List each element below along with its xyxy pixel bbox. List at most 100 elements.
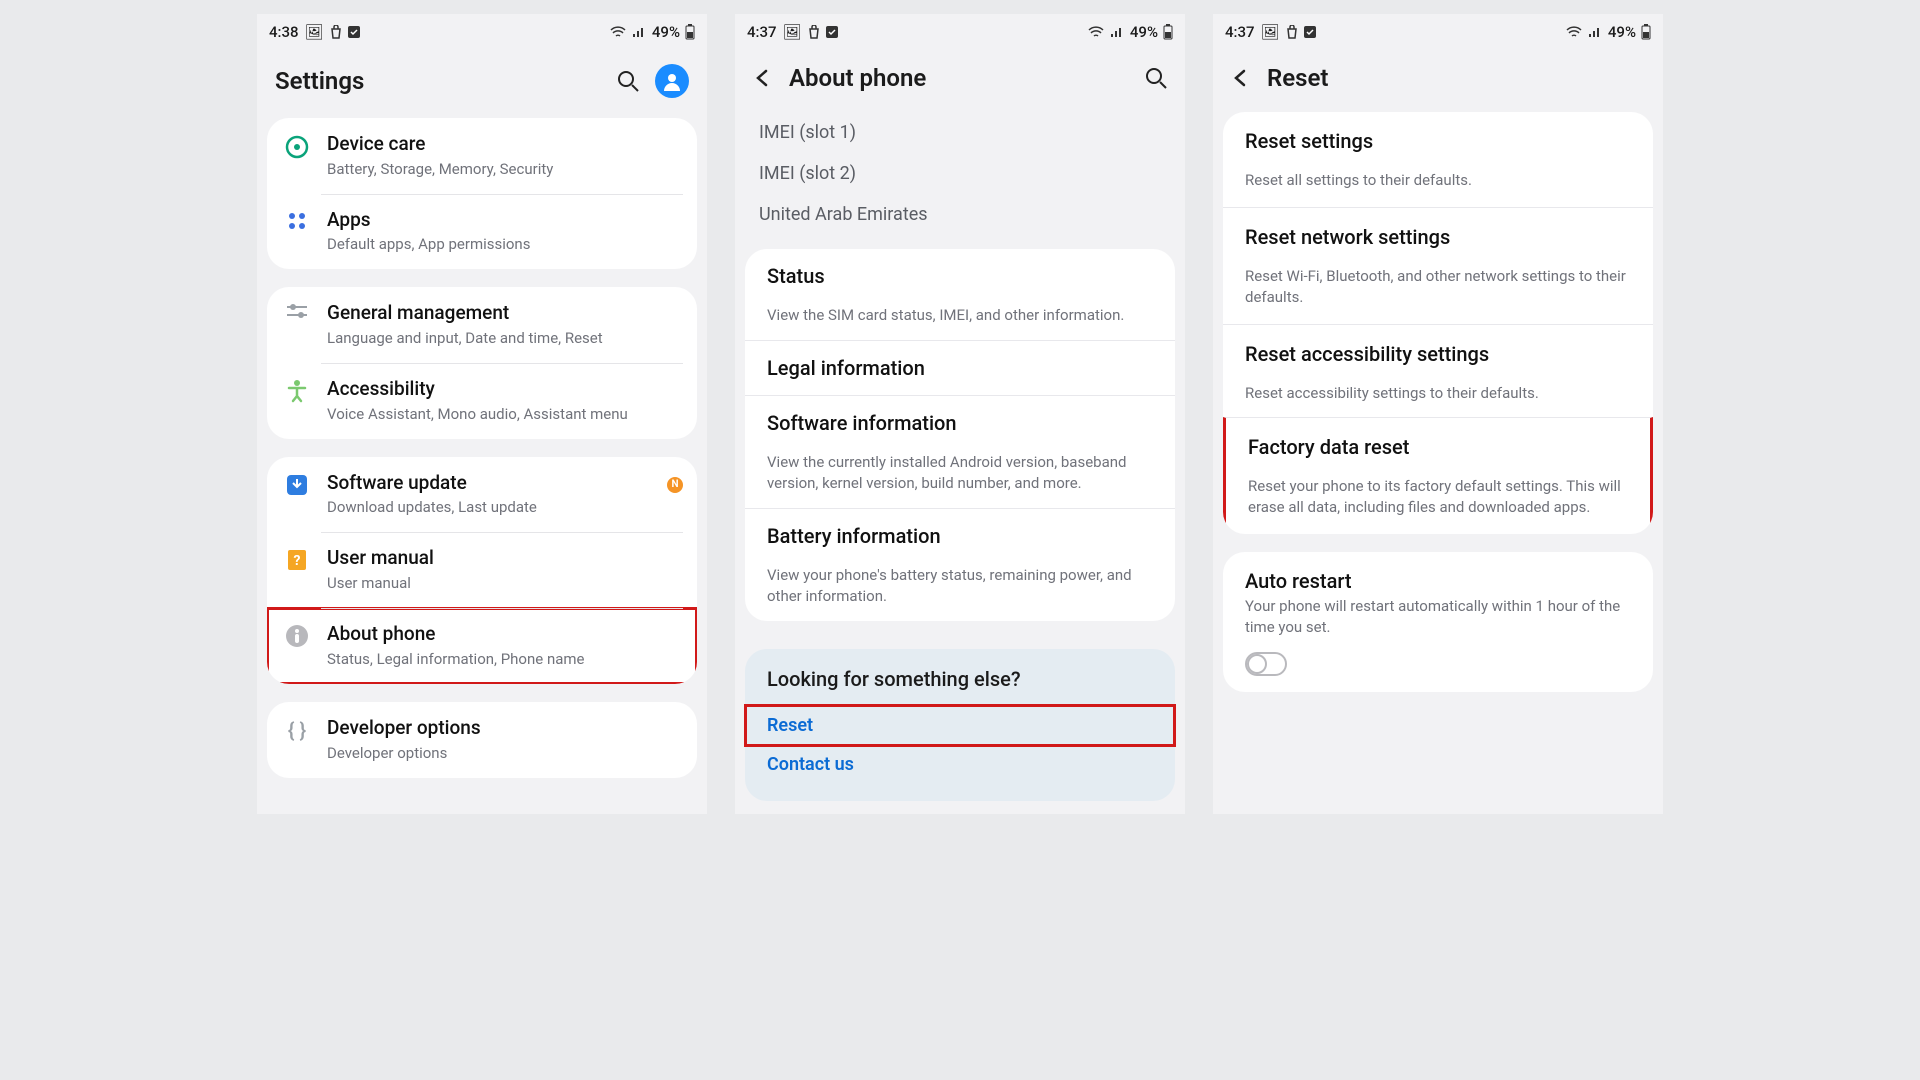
imei-slot-1[interactable]: IMEI (slot 1) — [759, 112, 1161, 153]
check-icon — [826, 26, 838, 38]
settings-group-3: Software updateDownload updates, Last up… — [267, 457, 697, 684]
page-title: About phone — [789, 64, 1129, 92]
item-subtitle: View your phone's battery status, remain… — [767, 565, 1153, 607]
item-title: Battery information — [767, 523, 1153, 549]
battery-icon — [1163, 24, 1173, 40]
item-title: Apps — [327, 208, 683, 233]
item-title: Developer options — [327, 716, 683, 741]
battery-text: 49% — [652, 23, 680, 41]
settings-group-1: Device careBattery, Storage, Memory, Sec… — [267, 118, 697, 269]
developer-options-item[interactable]: { } Developer optionsDeveloper options — [267, 702, 697, 778]
item-subtitle: Language and input, Date and time, Reset — [327, 328, 683, 349]
user-manual-item[interactable]: ? User manualUser manual — [267, 532, 697, 608]
reset-screen: 4:37 🖼 49% Reset Reset settings Reset al… — [1213, 14, 1663, 814]
item-title: User manual — [327, 546, 683, 571]
auto-restart-card: Auto restart Your phone will restart aut… — [1223, 552, 1653, 692]
manual-icon: ? — [285, 548, 309, 576]
update-icon — [285, 473, 309, 501]
item-subtitle: User manual — [327, 573, 683, 594]
battery-icon — [685, 24, 695, 40]
info-icon — [285, 624, 309, 652]
device-care-icon — [284, 134, 310, 164]
page-title: Reset — [1267, 64, 1645, 92]
item-title: General management — [327, 301, 683, 326]
battery-icon — [1641, 24, 1651, 40]
about-list: Status View the SIM card status, IMEI, a… — [745, 249, 1175, 621]
item-subtitle: Reset accessibility settings to their de… — [1245, 383, 1631, 404]
status-bar: 4:37 🖼 49% — [1213, 14, 1663, 50]
wifi-icon — [1566, 26, 1582, 38]
check-icon — [1304, 26, 1316, 38]
reset-network-item[interactable]: Reset network settings Reset Wi-Fi, Blue… — [1223, 207, 1653, 324]
profile-avatar[interactable] — [655, 64, 689, 98]
device-info-list: IMEI (slot 1) IMEI (slot 2) United Arab … — [735, 112, 1185, 249]
accessibility-item[interactable]: AccessibilityVoice Assistant, Mono audio… — [267, 363, 697, 439]
page-title: Settings — [275, 67, 601, 95]
battery-info-item[interactable]: Battery information View your phone's ba… — [745, 508, 1175, 621]
region-info[interactable]: United Arab Emirates — [759, 194, 1161, 235]
item-subtitle: Voice Assistant, Mono audio, Assistant m… — [327, 404, 683, 425]
sliders-icon — [285, 303, 309, 327]
signal-icon — [631, 26, 647, 38]
item-subtitle: Reset your phone to its factory default … — [1248, 476, 1628, 518]
reset-options: Reset settings Reset all settings to the… — [1223, 112, 1653, 534]
item-subtitle: Reset Wi-Fi, Bluetooth, and other networ… — [1245, 266, 1631, 308]
status-item[interactable]: Status View the SIM card status, IMEI, a… — [745, 249, 1175, 340]
reset-accessibility-item[interactable]: Reset accessibility settings Reset acces… — [1223, 324, 1653, 420]
search-icon[interactable] — [1145, 67, 1167, 89]
back-button[interactable] — [1231, 68, 1251, 88]
signal-icon — [1587, 26, 1603, 38]
status-bar: 4:38 🖼 49% — [257, 14, 707, 50]
contact-us-link[interactable]: Contact us — [767, 746, 1153, 783]
general-management-item[interactable]: General managementLanguage and input, Da… — [267, 287, 697, 363]
legal-info-item[interactable]: Legal information — [745, 340, 1175, 395]
accessibility-icon — [286, 379, 308, 407]
item-subtitle: View the SIM card status, IMEI, and othe… — [767, 305, 1153, 326]
battery-text: 49% — [1608, 23, 1636, 41]
apps-item[interactable]: AppsDefault apps, App permissions — [267, 194, 697, 270]
device-care-item[interactable]: Device careBattery, Storage, Memory, Sec… — [267, 118, 697, 194]
item-title: Auto restart — [1245, 568, 1631, 594]
svg-text:?: ? — [294, 553, 301, 569]
software-update-item[interactable]: Software updateDownload updates, Last up… — [267, 457, 697, 533]
image-icon: 🖼 — [305, 23, 324, 41]
battery-text: 49% — [1130, 23, 1158, 41]
clock: 4:37 — [747, 23, 777, 41]
suggestions-card: Looking for something else? Reset Contac… — [745, 649, 1175, 801]
signal-icon — [1109, 26, 1125, 38]
image-icon: 🖼 — [783, 23, 802, 41]
reset-link[interactable]: Reset — [745, 705, 1175, 746]
wifi-icon — [610, 26, 626, 38]
settings-group-4: { } Developer optionsDeveloper options — [267, 702, 697, 778]
factory-reset-item[interactable]: Factory data reset Reset your phone to i… — [1223, 417, 1653, 534]
auto-restart-item[interactable]: Auto restart Your phone will restart aut… — [1223, 552, 1653, 692]
item-subtitle: Your phone will restart automatically wi… — [1245, 596, 1631, 638]
item-title: Software information — [767, 410, 1153, 436]
item-subtitle: Download updates, Last update — [327, 497, 653, 518]
about-phone-screen: 4:37 🖼 49% About phone IMEI (slot 1) IME… — [735, 14, 1185, 814]
item-subtitle: View the currently installed Android ver… — [767, 452, 1153, 494]
item-title: Accessibility — [327, 377, 683, 402]
image-icon: 🖼 — [1261, 23, 1280, 41]
item-subtitle: Reset all settings to their defaults. — [1245, 170, 1631, 191]
settings-screen: 4:38 🖼 49% Settings Device careBattery, … — [257, 14, 707, 814]
item-title: Factory data reset — [1248, 434, 1628, 460]
software-info-item[interactable]: Software information View the currently … — [745, 395, 1175, 508]
check-icon — [348, 26, 360, 38]
item-title: Software update — [327, 471, 653, 496]
settings-group-2: General managementLanguage and input, Da… — [267, 287, 697, 438]
wifi-icon — [1088, 26, 1104, 38]
imei-slot-2[interactable]: IMEI (slot 2) — [759, 153, 1161, 194]
item-title: Status — [767, 263, 1153, 289]
item-subtitle: Developer options — [327, 743, 683, 764]
item-title: Device care — [327, 132, 683, 157]
back-button[interactable] — [753, 68, 773, 88]
shop-icon — [808, 25, 820, 39]
search-icon[interactable] — [617, 70, 639, 92]
auto-restart-toggle[interactable] — [1245, 652, 1287, 676]
item-title: Reset network settings — [1245, 224, 1631, 250]
clock: 4:37 — [1225, 23, 1255, 41]
reset-settings-item[interactable]: Reset settings Reset all settings to the… — [1223, 112, 1653, 207]
item-subtitle: Status, Legal information, Phone name — [327, 649, 683, 670]
about-phone-item[interactable]: About phoneStatus, Legal information, Ph… — [267, 608, 697, 684]
